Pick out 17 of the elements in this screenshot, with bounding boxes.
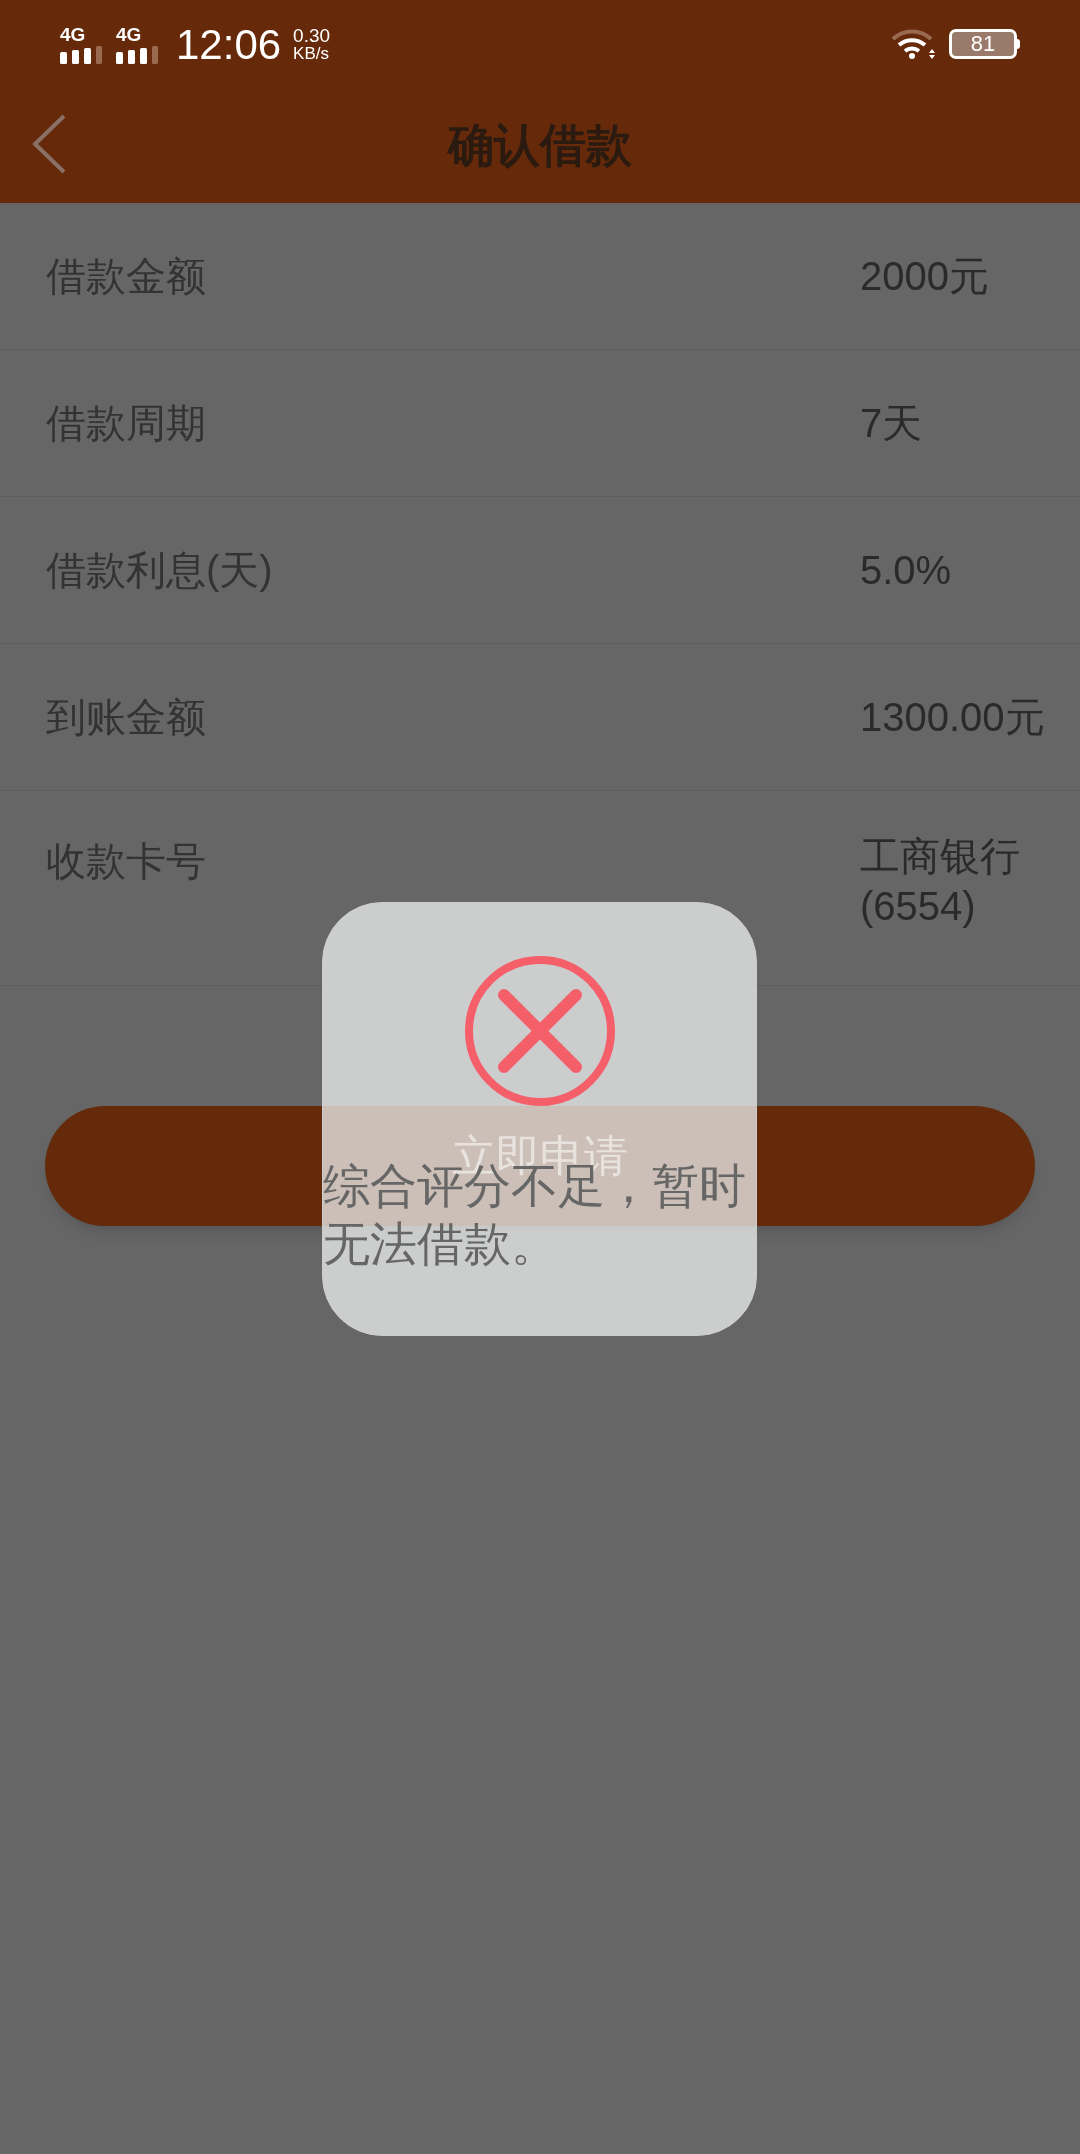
signal-icon (116, 43, 160, 64)
field-value: 1300.00元 (860, 694, 1046, 741)
field-value: 2000元 (860, 253, 990, 300)
network-speed: 0.30 (293, 26, 331, 45)
field-value: 5.0% (860, 547, 953, 594)
network-type: 4G (116, 24, 142, 44)
clock: 12:06 (176, 19, 282, 70)
speed-unit: KB/s (293, 45, 330, 62)
page-title: 确认借款 (448, 118, 632, 173)
field-value: 7天 (860, 400, 924, 447)
signal-icon (60, 43, 104, 64)
error-icon (463, 955, 616, 1107)
battery-indicator: 81 (949, 29, 1017, 59)
network-type: 4G (60, 24, 86, 44)
field-value: 工商银行 (6554) (860, 833, 1021, 930)
back-icon[interactable] (32, 114, 66, 174)
wifi-icon (891, 27, 937, 61)
